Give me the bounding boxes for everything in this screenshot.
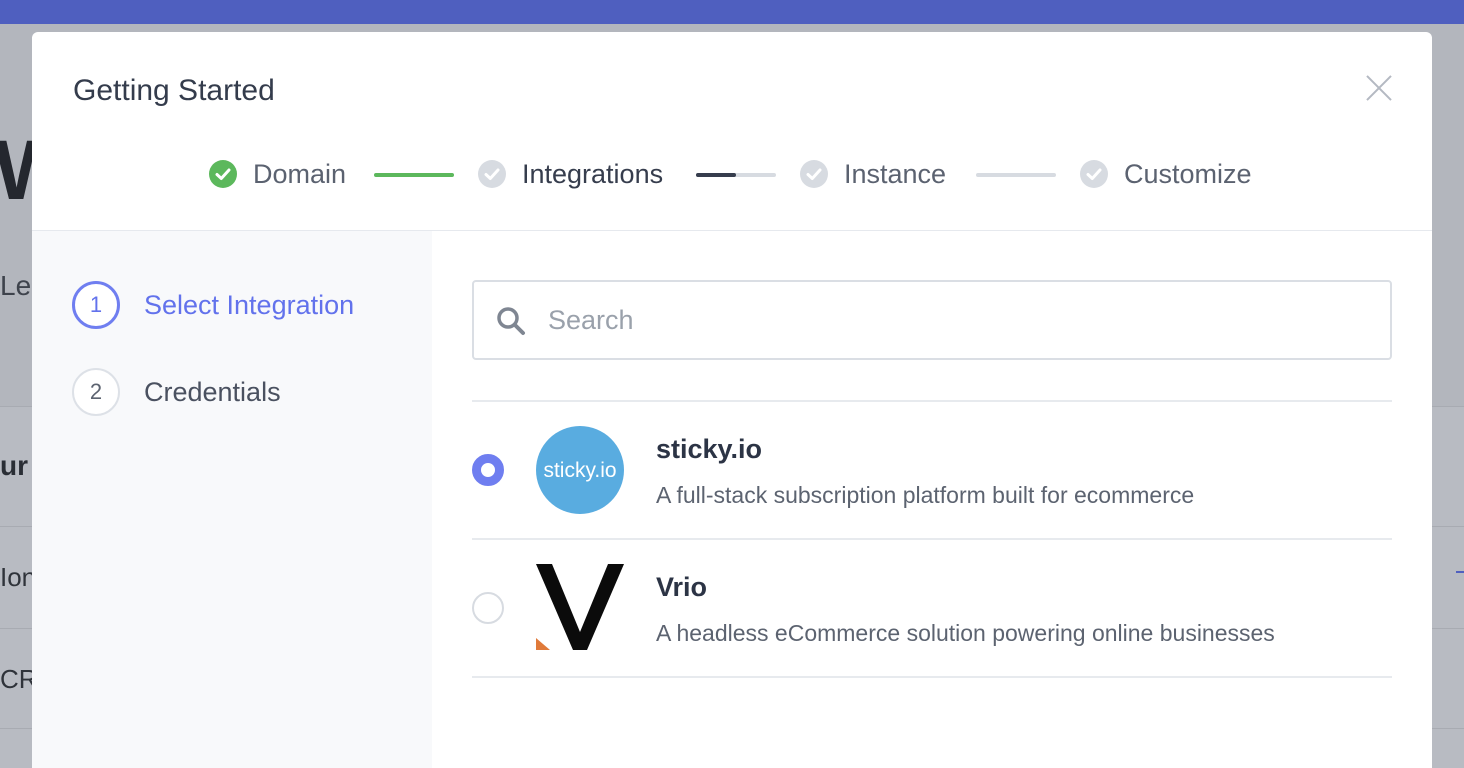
substep-label: Credentials [144,376,281,407]
sticky-io-logo: sticky.io [536,426,624,514]
check-circle-icon [1080,160,1108,188]
step-integrations[interactable]: Integrations [478,154,663,194]
check-circle-icon [209,160,237,188]
step-connector-partial [696,173,776,177]
step-connector-pending [976,173,1056,177]
step-connector-complete [374,173,454,177]
substep-number: 2 [72,368,120,416]
integration-description: A full-stack subscription platform built… [656,482,1195,508]
step-domain[interactable]: Domain [209,154,346,194]
integration-name: Vrio [656,572,708,602]
search-icon [496,306,526,336]
step-label: Customize [1124,158,1252,189]
step-instance[interactable]: Instance [800,154,946,194]
progress-stepper: Domain Integrations Instance Customize [32,154,1432,194]
substep-credentials[interactable]: 2 Credentials [72,368,281,416]
step-connector-progress [696,173,736,177]
step-customize[interactable]: Customize [1080,154,1252,194]
substep-sidebar: 1 Select Integration 2 Credentials [32,231,432,768]
check-circle-icon [800,160,828,188]
step-label: Domain [253,158,347,189]
getting-started-modal: Getting Started Domain Integrations Inst… [32,32,1432,768]
step-label: Instance [844,158,947,189]
modal-title: Getting Started [73,74,275,107]
background-row-item: Ion [0,562,37,592]
vrio-logo [536,564,624,652]
search-input[interactable] [548,296,1368,344]
background-row-heading: ur [0,450,28,481]
search-box [472,280,1392,360]
substep-label: Select Integration [144,289,355,320]
step-label: Integrations [522,158,664,189]
svg-text:sticky.io: sticky.io [543,459,616,482]
close-icon[interactable] [1360,70,1396,106]
integration-radio[interactable] [472,592,504,624]
substep-select-integration[interactable]: 1 Select Integration [72,281,354,329]
substep-number: 1 [72,281,120,329]
integration-row-sticky[interactable]: sticky.io sticky.io A full-stack subscri… [472,402,1392,538]
integration-description: A headless eCommerce solution powering o… [656,620,1275,646]
integration-radio[interactable] [472,454,504,486]
integration-row-vrio[interactable]: Vrio A headless eCommerce solution power… [472,540,1392,676]
list-divider [472,676,1392,678]
app-topbar [0,0,1464,24]
background-text: Le [0,270,32,301]
background-link-fragment [1456,571,1464,573]
integration-name: sticky.io [656,434,763,464]
check-circle-icon [478,160,506,188]
